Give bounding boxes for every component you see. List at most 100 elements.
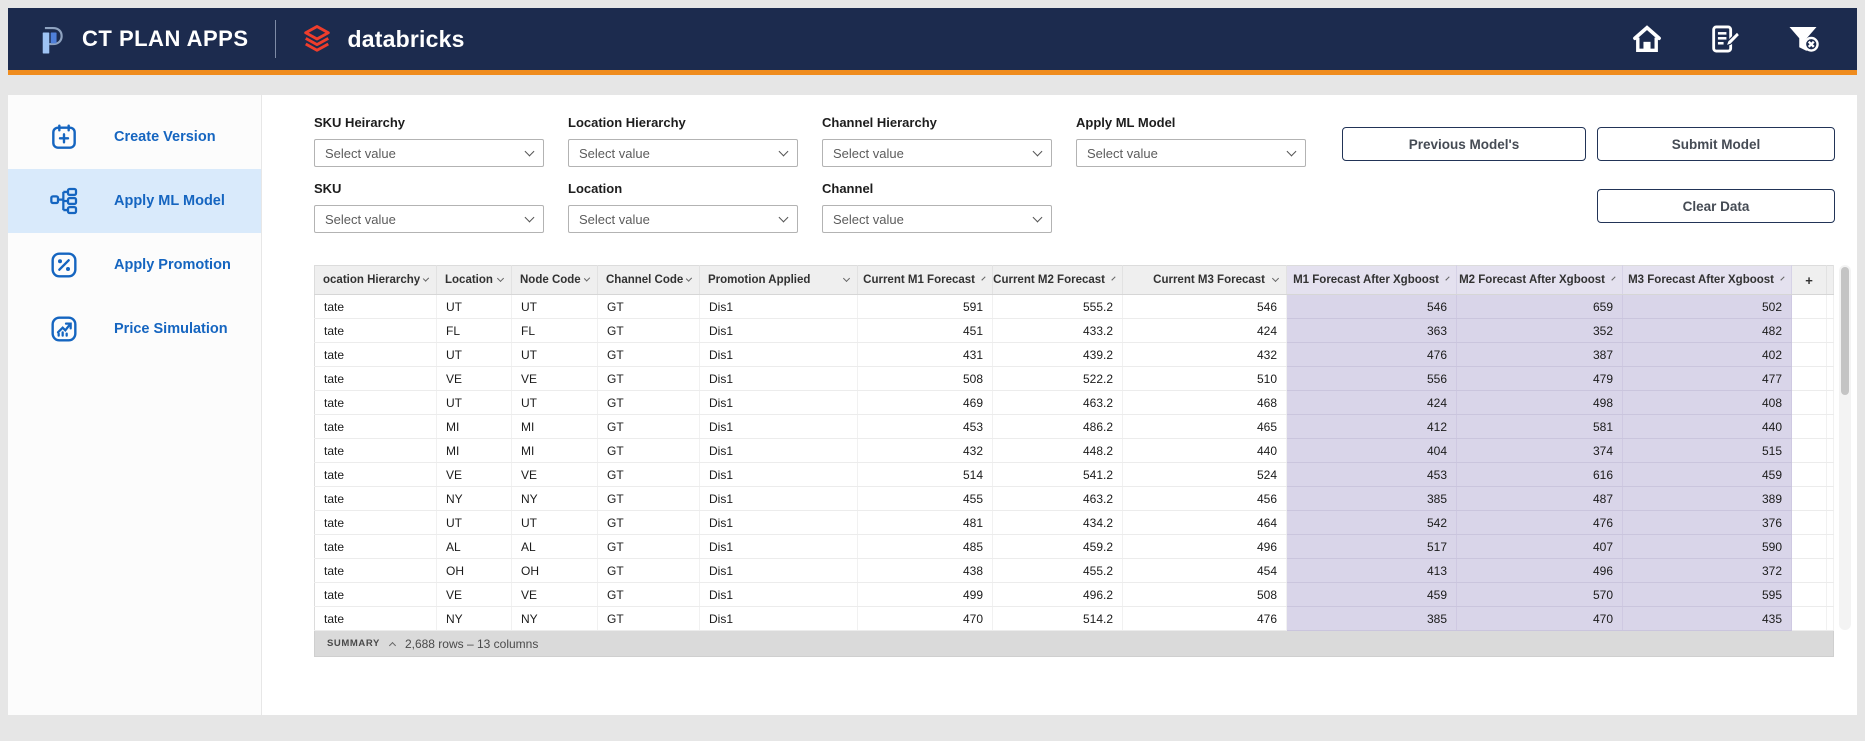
cell[interactable]: tate (314, 534, 437, 559)
column-header[interactable]: ocation Hierarchy (314, 265, 437, 295)
cell[interactable]: 432 (1122, 342, 1287, 367)
cell[interactable]: 616 (1456, 462, 1623, 487)
cell[interactable]: 499 (857, 582, 993, 607)
sidebar-item-apply-promotion[interactable]: Apply Promotion (8, 233, 261, 297)
cell[interactable]: GT (597, 606, 700, 631)
cell[interactable]: 459.2 (992, 534, 1123, 559)
cell[interactable]: 372 (1622, 558, 1792, 583)
scrollbar-thumb[interactable] (1841, 267, 1849, 395)
cell[interactable]: tate (314, 606, 437, 631)
cell[interactable]: tate (314, 438, 437, 463)
cell[interactable]: GT (597, 390, 700, 415)
cell[interactable]: Dis1 (699, 366, 858, 391)
cell[interactable]: 486.2 (992, 414, 1123, 439)
clear-data-button[interactable]: Clear Data (1597, 189, 1835, 223)
column-header[interactable]: M1 Forecast After Xgboost (1286, 265, 1457, 295)
cell[interactable]: tate (314, 318, 437, 343)
cell[interactable]: GT (597, 558, 700, 583)
cell[interactable]: 595 (1622, 582, 1792, 607)
channel-hierarchy-select[interactable]: Select value (822, 139, 1052, 167)
cell[interactable]: 496.2 (992, 582, 1123, 607)
cell[interactable]: 485 (857, 534, 993, 559)
column-header[interactable]: Current M2 Forecast (992, 265, 1123, 295)
cell[interactable]: 659 (1456, 294, 1623, 319)
column-header[interactable]: + (1791, 265, 1827, 295)
cell[interactable]: Dis1 (699, 390, 858, 415)
column-menu-chevron-icon[interactable] (583, 275, 591, 282)
column-menu-chevron-icon[interactable] (842, 274, 851, 283)
cell[interactable]: NY (436, 606, 512, 631)
cell[interactable]: Dis1 (699, 414, 858, 439)
cell[interactable]: 431 (857, 342, 993, 367)
cell[interactable]: 424 (1122, 318, 1287, 343)
cell[interactable]: OH (436, 558, 512, 583)
submit-model-button[interactable]: Submit Model (1597, 127, 1835, 161)
cell[interactable]: 456 (1122, 486, 1287, 511)
clear-filter-icon[interactable] (1785, 21, 1821, 57)
cell[interactable]: NY (511, 606, 598, 631)
cell[interactable]: 570 (1456, 582, 1623, 607)
cell[interactable]: 451 (857, 318, 993, 343)
cell[interactable]: tate (314, 414, 437, 439)
cell[interactable]: 542 (1286, 510, 1457, 535)
cell[interactable]: UT (511, 294, 598, 319)
cell[interactable]: 476 (1122, 606, 1287, 631)
cell[interactable]: tate (314, 390, 437, 415)
cell[interactable]: Dis1 (699, 294, 858, 319)
cell[interactable]: 590 (1622, 534, 1792, 559)
cell[interactable]: NY (511, 486, 598, 511)
cell[interactable]: 448.2 (992, 438, 1123, 463)
cell[interactable]: 482 (1622, 318, 1792, 343)
column-menu-chevron-icon[interactable] (1780, 276, 1785, 281)
cell[interactable]: Dis1 (699, 558, 858, 583)
column-menu-chevron-icon[interactable] (422, 275, 430, 282)
cell[interactable]: MI (436, 438, 512, 463)
cell[interactable]: 581 (1456, 414, 1623, 439)
cell[interactable]: GT (597, 342, 700, 367)
chevron-up-icon[interactable] (388, 641, 396, 649)
cell[interactable]: MI (436, 414, 512, 439)
cell[interactable]: 454 (1122, 558, 1287, 583)
cell[interactable]: 352 (1456, 318, 1623, 343)
cell[interactable]: 412 (1286, 414, 1457, 439)
sidebar-item-apply-ml-model[interactable]: Apply ML Model (8, 169, 261, 233)
cell[interactable]: 487 (1456, 486, 1623, 511)
cell[interactable]: 424 (1286, 390, 1457, 415)
cell[interactable]: GT (597, 462, 700, 487)
cell[interactable]: FL (436, 318, 512, 343)
cell[interactable]: VE (511, 582, 598, 607)
cell[interactable]: AL (511, 534, 598, 559)
column-menu-chevron-icon[interactable] (1111, 276, 1116, 281)
cell[interactable]: 479 (1456, 366, 1623, 391)
cell[interactable]: 464 (1122, 510, 1287, 535)
sidebar-item-create-version[interactable]: Create Version (8, 105, 261, 169)
column-menu-chevron-icon[interactable] (1271, 274, 1280, 283)
sku-hierarchy-select[interactable]: Select value (314, 139, 544, 167)
cell[interactable]: 510 (1122, 366, 1287, 391)
cell[interactable]: VE (511, 462, 598, 487)
cell[interactable]: 455.2 (992, 558, 1123, 583)
sku-select[interactable]: Select value (314, 205, 544, 233)
notes-edit-icon[interactable] (1707, 21, 1743, 57)
cell[interactable]: UT (511, 342, 598, 367)
cell[interactable]: 496 (1122, 534, 1287, 559)
cell[interactable]: 502 (1622, 294, 1792, 319)
cell[interactable]: 387 (1456, 342, 1623, 367)
cell[interactable]: 432 (857, 438, 993, 463)
cell[interactable]: VE (436, 462, 512, 487)
cell[interactable]: tate (314, 582, 437, 607)
cell[interactable]: 470 (857, 606, 993, 631)
cell[interactable]: 453 (857, 414, 993, 439)
cell[interactable]: GT (597, 534, 700, 559)
cell[interactable]: 496 (1456, 558, 1623, 583)
cell[interactable]: 374 (1456, 438, 1623, 463)
cell[interactable]: GT (597, 582, 700, 607)
cell[interactable]: 459 (1286, 582, 1457, 607)
cell[interactable]: Dis1 (699, 510, 858, 535)
column-menu-chevron-icon[interactable] (1445, 276, 1450, 281)
cell[interactable]: 469 (857, 390, 993, 415)
column-menu-chevron-icon[interactable] (496, 274, 505, 283)
column-header[interactable]: Current M3 Forecast (1122, 265, 1287, 295)
vertical-scrollbar[interactable] (1839, 265, 1851, 630)
cell[interactable]: Dis1 (699, 486, 858, 511)
